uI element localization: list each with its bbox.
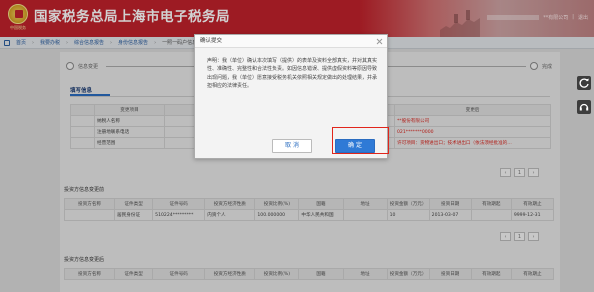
cancel-button[interactable]: 取 消 — [272, 139, 312, 153]
refresh-icon[interactable] — [577, 76, 591, 90]
confirm-highlight-annotation — [332, 127, 389, 154]
dialog-title: 确认提交 — [195, 35, 387, 48]
declaration-text: 声明：我（单位）确认本次填写（提供）的表单及资料全部真实，并对其真实性、准确性、… — [207, 58, 378, 90]
close-icon[interactable] — [376, 38, 383, 45]
headset-icon[interactable] — [577, 100, 591, 114]
